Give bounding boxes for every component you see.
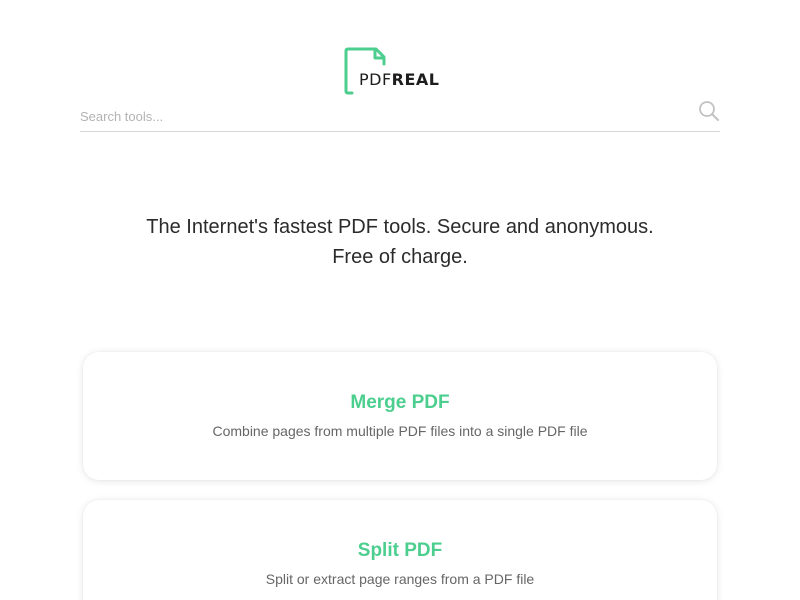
tool-card-description: Combine pages from multiple PDF files in… bbox=[212, 423, 588, 439]
search-icon[interactable] bbox=[698, 100, 720, 122]
hero-line-2: Free of charge. bbox=[332, 246, 468, 268]
search-bar bbox=[80, 98, 720, 132]
tool-card-merge-pdf[interactable]: Merge PDF Combine pages from multiple PD… bbox=[83, 352, 717, 480]
logo-wordmark-light: PDF bbox=[359, 70, 392, 89]
page: PDFREAL The Internet's fastest PDF tools… bbox=[0, 0, 800, 600]
logo-wordmark: PDFREAL bbox=[359, 72, 440, 88]
hero-line-1: The Internet's fastest PDF tools. Secure… bbox=[146, 216, 654, 238]
logo-wordmark-bold: REAL bbox=[391, 70, 440, 89]
tool-card-title: Merge PDF bbox=[350, 392, 450, 413]
tool-card-title: Split PDF bbox=[357, 540, 443, 561]
hero-tagline: The Internet's fastest PDF tools. Secure… bbox=[0, 212, 800, 272]
site-logo[interactable]: PDFREAL bbox=[344, 47, 459, 99]
tool-card-split-pdf[interactable]: Split PDF Split or extract page ranges f… bbox=[83, 500, 717, 600]
search-input[interactable] bbox=[80, 105, 680, 127]
tool-card-description: Split or extract page ranges from a PDF … bbox=[265, 571, 535, 587]
